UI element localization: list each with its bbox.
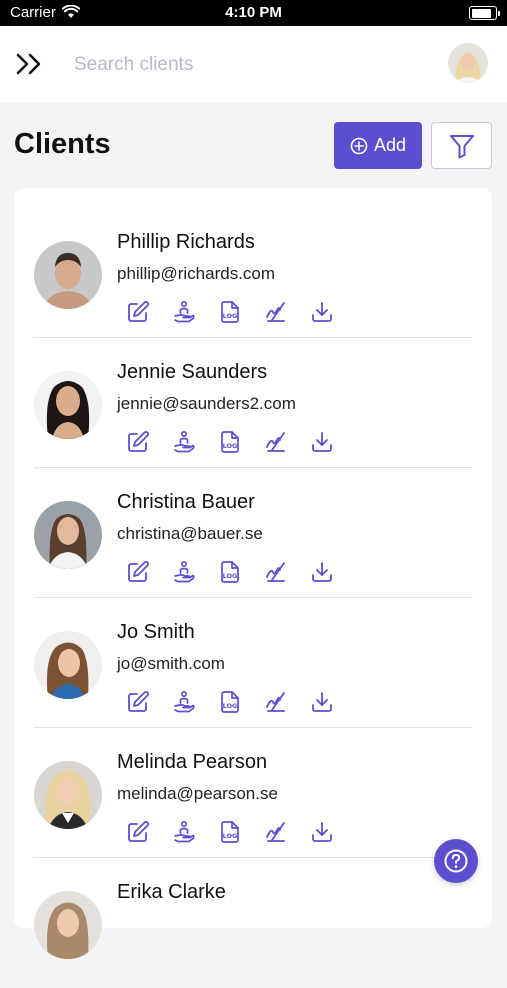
client-avatar <box>34 891 102 959</box>
client-row: Melinda Pearson melinda@pearson.se LOG <box>14 728 492 858</box>
hand-person-icon[interactable] <box>172 560 196 584</box>
edit-icon[interactable] <box>126 300 150 324</box>
help-icon <box>444 849 468 873</box>
svg-text:LOG: LOG <box>223 572 238 580</box>
download-icon[interactable] <box>310 690 334 714</box>
clock: 4:10 PM <box>225 4 282 21</box>
client-actions: LOG <box>126 690 334 714</box>
download-icon[interactable] <box>310 560 334 584</box>
client-email: jo@smith.com <box>117 654 225 673</box>
add-client-button[interactable]: Add <box>334 122 422 169</box>
client-row: Phillip Richards phillip@richards.com LO… <box>14 208 492 338</box>
battery-icon <box>469 6 500 20</box>
client-name[interactable]: Jennie Saunders <box>117 361 267 384</box>
hand-person-icon[interactable] <box>172 820 196 844</box>
client-avatar <box>34 501 102 569</box>
client-name[interactable]: Phillip Richards <box>117 231 255 254</box>
double-chevron-right-icon[interactable] <box>14 50 46 78</box>
client-row: Jo Smith jo@smith.com LOG <box>14 598 492 728</box>
client-avatar <box>34 241 102 309</box>
svg-text:LOG: LOG <box>223 702 238 710</box>
client-email: christina@bauer.se <box>117 524 263 543</box>
client-row: Jennie Saunders jennie@saunders2.com LOG <box>14 338 492 468</box>
edit-icon[interactable] <box>126 690 150 714</box>
client-actions: LOG <box>126 430 334 454</box>
client-email: melinda@pearson.se <box>117 784 278 803</box>
user-avatar[interactable] <box>448 43 488 83</box>
plus-circle-icon <box>350 137 368 154</box>
signature-icon[interactable] <box>264 300 288 324</box>
svg-text:LOG: LOG <box>223 312 238 320</box>
search-input[interactable] <box>72 48 406 82</box>
client-email: jennie@saunders2.com <box>117 394 296 413</box>
hand-person-icon[interactable] <box>172 690 196 714</box>
log-file-icon[interactable]: LOG <box>218 430 242 454</box>
signature-icon[interactable] <box>264 560 288 584</box>
client-avatar <box>34 761 102 829</box>
client-row: Christina Bauer christina@bauer.se LOG <box>14 468 492 598</box>
hand-person-icon[interactable] <box>172 430 196 454</box>
download-icon[interactable] <box>310 430 334 454</box>
client-actions: LOG <box>126 560 334 584</box>
filter-button[interactable] <box>431 122 492 169</box>
signature-icon[interactable] <box>264 430 288 454</box>
client-avatar <box>34 631 102 699</box>
hand-person-icon[interactable] <box>172 300 196 324</box>
download-icon[interactable] <box>310 820 334 844</box>
signature-icon[interactable] <box>264 820 288 844</box>
top-bar <box>0 26 507 102</box>
log-file-icon[interactable]: LOG <box>218 690 242 714</box>
client-avatar <box>34 371 102 439</box>
client-actions: LOG <box>126 820 334 844</box>
svg-text:LOG: LOG <box>223 832 238 840</box>
client-name[interactable]: Christina Bauer <box>117 491 255 514</box>
edit-icon[interactable] <box>126 820 150 844</box>
client-name[interactable]: Erika Clarke <box>117 881 226 904</box>
log-file-icon[interactable]: LOG <box>218 820 242 844</box>
page-title: Clients <box>14 128 111 160</box>
client-actions: LOG <box>126 300 334 324</box>
client-name[interactable]: Melinda Pearson <box>117 751 267 774</box>
help-button[interactable] <box>434 839 478 883</box>
log-file-icon[interactable]: LOG <box>218 300 242 324</box>
download-icon[interactable] <box>310 300 334 324</box>
filter-icon <box>449 134 474 158</box>
client-name[interactable]: Jo Smith <box>117 621 195 644</box>
client-email: phillip@richards.com <box>117 264 276 283</box>
status-bar: Carrier 4:10 PM <box>0 0 507 26</box>
client-row: Erika Clarke <box>14 858 492 988</box>
add-button-label: Add <box>373 135 407 155</box>
edit-icon[interactable] <box>126 560 150 584</box>
log-file-icon[interactable]: LOG <box>218 560 242 584</box>
svg-text:LOG: LOG <box>223 442 238 450</box>
signature-icon[interactable] <box>264 690 288 714</box>
client-list: Phillip Richards phillip@richards.com LO… <box>14 188 492 959</box>
edit-icon[interactable] <box>126 430 150 454</box>
